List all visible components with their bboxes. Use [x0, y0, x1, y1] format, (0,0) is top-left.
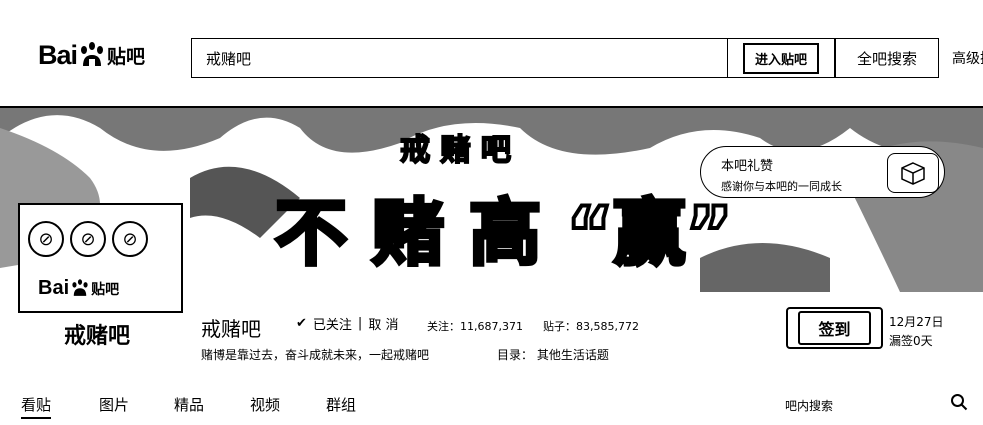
no-chips-icon: ⊘: [112, 221, 148, 257]
paw-icon: [81, 41, 104, 66]
signin-date: 12月27日: [889, 315, 944, 329]
search-icon[interactable]: [950, 393, 968, 411]
all-search-button[interactable]: 全吧搜索: [835, 38, 939, 78]
check-icon: ✔: [296, 316, 307, 331]
forum-slogan: 赌博是靠过去，奋斗成就未来，一起戒赌吧: [201, 348, 430, 362]
search-input[interactable]: [192, 39, 727, 77]
tab-images[interactable]: 图片: [99, 394, 129, 415]
unfollow-link[interactable]: 取 消: [368, 314, 398, 333]
missed-days: 漏签0天: [889, 334, 933, 348]
logo-text: Bai: [38, 40, 78, 70]
paw-icon: [72, 278, 88, 296]
search-box[interactable]: [191, 38, 727, 78]
cube-icon: [901, 162, 925, 185]
avatar-forum-name: 戒赌吧: [64, 324, 131, 349]
follow-status: ✔ 已关注 | 取 消: [296, 314, 398, 333]
followers-label: 关注：: [427, 320, 460, 333]
tieba-logo[interactable]: Bai 贴吧: [38, 40, 145, 71]
directory-label: 目录：: [497, 348, 534, 362]
forum-avatar[interactable]: ⊘ ⊘ ⊘ Bai 贴吧: [18, 203, 183, 313]
forum-directory: 目录： 其他生活话题: [497, 346, 609, 363]
no-dice-icon: ⊘: [28, 221, 64, 257]
inner-search-input[interactable]: 吧内搜索: [785, 397, 833, 414]
followers-stat: 关注：11,687,371: [427, 318, 523, 334]
posts-label: 贴子：: [542, 320, 576, 333]
avatar-logo-suffix: 贴吧: [91, 281, 120, 298]
banner-title-small: 戒 赌 吧: [400, 133, 511, 168]
tab-posts[interactable]: 看贴: [21, 394, 52, 419]
posts-count: 83,585,772: [575, 320, 639, 333]
no-cards-icon: ⊘: [70, 221, 106, 257]
followed-label: 已关注: [312, 318, 352, 333]
tab-videos[interactable]: 视频: [250, 394, 280, 415]
tab-groups[interactable]: 群组: [326, 394, 356, 415]
signin-label: 签到: [798, 311, 871, 345]
tab-featured[interactable]: 精品: [174, 394, 204, 415]
followers-count: 11,687,371: [460, 320, 523, 333]
advanced-search-link[interactable]: 高级搜索: [952, 48, 983, 68]
signin-info: 12月27日 漏签0天: [889, 313, 944, 351]
avatar-icons: ⊘ ⊘ ⊘: [28, 221, 148, 257]
logo-suffix: 贴吧: [107, 46, 146, 68]
separator: |: [357, 316, 363, 331]
gift-box-icon[interactable]: [887, 153, 939, 193]
banner-title-big: 不 赌 高 “赢”: [275, 191, 733, 275]
avatar-logo-text: Bai: [38, 277, 70, 299]
forum-stats: 关注：11,687,371 贴子：83,585,772: [427, 318, 639, 334]
enter-forum-label: 进入贴吧: [742, 42, 819, 74]
enter-forum-button[interactable]: 进入贴吧: [727, 38, 835, 78]
avatar-logo: Bai 贴吧: [38, 277, 119, 300]
signin-button[interactable]: 签到: [786, 307, 883, 349]
forum-name: 戒赌吧: [201, 317, 261, 341]
directory-link[interactable]: 其他生活话题: [537, 348, 609, 362]
posts-stat: 贴子：83,585,772: [543, 318, 639, 334]
